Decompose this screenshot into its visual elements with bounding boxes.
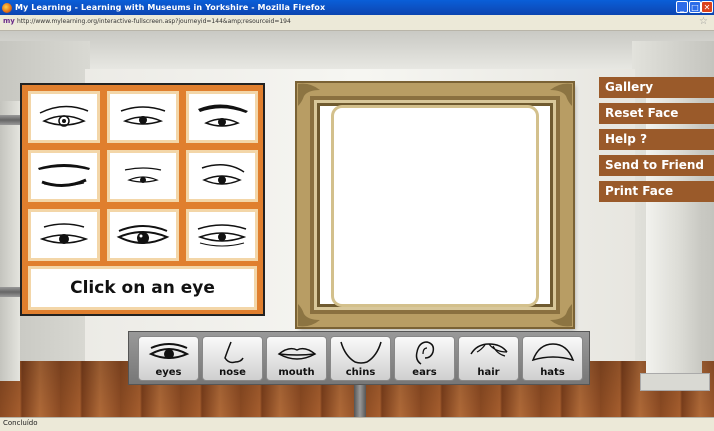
url-text[interactable]: http://www.mylearning.org/interactive-fu…	[17, 18, 291, 25]
ceiling	[0, 31, 714, 71]
eye-8-icon	[116, 225, 170, 244]
instruction-text: Click on an eye	[28, 266, 257, 310]
eye-option-2[interactable]	[107, 91, 179, 143]
eye-option-6[interactable]	[186, 150, 258, 202]
eye-icon	[148, 343, 190, 359]
eye-6-icon	[201, 164, 245, 185]
eye-option-7[interactable]	[28, 209, 100, 261]
mouth-tool-button[interactable]: mouth	[266, 336, 327, 381]
mouth-icon	[277, 347, 317, 360]
status-bar: Concluído	[0, 417, 714, 431]
ears-tool-button[interactable]: ears	[394, 336, 455, 381]
eye-3-icon	[198, 104, 248, 127]
eye-option-1[interactable]	[28, 91, 100, 143]
nose-tool-label: nose	[219, 367, 246, 378]
picture-frame	[297, 83, 573, 327]
face-canvas	[334, 108, 536, 304]
eye-2-icon	[120, 106, 166, 125]
gallery-scene: Click on an eye Gallery Reset Face Help …	[0, 31, 714, 417]
nose-icon	[224, 341, 244, 364]
window-titlebar: My Learning - Learning with Museums in Y…	[0, 0, 714, 15]
eye-grid	[28, 91, 258, 261]
eye-option-8[interactable]	[107, 209, 179, 261]
window-title: My Learning - Learning with Museums in Y…	[15, 3, 326, 12]
firefox-icon	[2, 2, 12, 13]
eye-selection-panel: Click on an eye	[20, 83, 265, 316]
pillar-base	[640, 373, 710, 391]
eye-5-icon	[124, 167, 162, 183]
hair-icon	[470, 343, 508, 357]
status-text: Concluído	[3, 419, 38, 427]
close-button[interactable]: ✕	[701, 1, 713, 13]
eye-7-icon	[39, 223, 89, 244]
eye-option-5[interactable]	[107, 150, 179, 202]
eyes-tool-label: eyes	[155, 367, 182, 378]
bookmark-star-icon[interactable]: ☆	[699, 16, 708, 27]
minimize-button[interactable]: _	[676, 1, 688, 13]
help-button[interactable]: Help ?	[599, 129, 714, 150]
nose-tool-button[interactable]: nose	[202, 336, 263, 381]
hats-tool-label: hats	[540, 367, 565, 378]
frame-ornament-icon	[296, 82, 322, 108]
eye-option-4[interactable]	[28, 150, 100, 202]
eye-1-icon	[39, 105, 89, 127]
eyes-tool-button[interactable]: eyes	[138, 336, 199, 381]
site-icon: my	[3, 17, 15, 25]
send-to-friend-button[interactable]: Send to Friend	[599, 155, 714, 176]
chins-tool-button[interactable]: chins	[330, 336, 391, 381]
left-pipe	[0, 115, 22, 125]
ear-icon	[415, 341, 435, 365]
eye-4-icon	[38, 164, 90, 187]
reset-face-button[interactable]: Reset Face	[599, 103, 714, 124]
hats-tool-button[interactable]: hats	[522, 336, 583, 381]
frame-ornament-icon	[548, 302, 574, 328]
hair-tool-label: hair	[477, 367, 500, 378]
address-bar[interactable]: my http://www.mylearning.org/interactive…	[0, 15, 714, 31]
hair-tool-button[interactable]: hair	[458, 336, 519, 381]
frame-ornament-icon	[548, 82, 574, 108]
mouth-tool-label: mouth	[278, 367, 315, 378]
action-menu: Gallery Reset Face Help ? Send to Friend…	[599, 77, 714, 207]
chins-tool-label: chins	[345, 367, 376, 378]
frame-ornament-icon	[296, 302, 322, 328]
eye-option-3[interactable]	[186, 91, 258, 143]
gallery-button[interactable]: Gallery	[599, 77, 714, 98]
left-pipe	[0, 287, 22, 297]
hat-icon	[531, 343, 575, 362]
feature-toolbar: eyes nose mouth chins ears hair hats	[128, 331, 590, 385]
eye-option-9[interactable]	[186, 209, 258, 261]
ears-tool-label: ears	[412, 367, 437, 378]
chin-icon	[340, 341, 382, 364]
print-face-button[interactable]: Print Face	[599, 181, 714, 202]
left-pillar	[0, 101, 20, 381]
eye-9-icon	[197, 224, 247, 247]
maximize-button[interactable]: □	[689, 1, 701, 13]
toolbar-stand	[354, 385, 366, 417]
